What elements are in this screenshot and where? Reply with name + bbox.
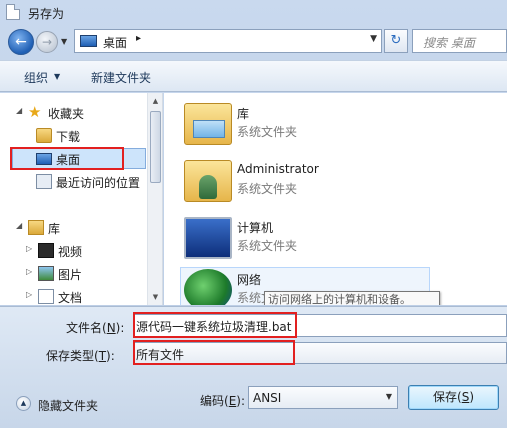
pictures-icon <box>38 266 54 281</box>
address-bar[interactable]: 桌面 ▸ ▼ <box>74 29 382 53</box>
file-list: 库 系统文件夹 Administrator 系统文件夹 计算机 系统文件夹 网络… <box>164 93 507 305</box>
scroll-down-icon[interactable]: ▼ <box>148 289 162 305</box>
breadcrumb-chevron-icon[interactable]: ▸ <box>136 33 141 44</box>
search-placeholder: 搜索 桌面 <box>423 36 475 50</box>
nav-item-label: 文档 <box>58 291 83 305</box>
file-item-library[interactable]: 库 系统文件夹 <box>182 99 442 151</box>
network-icon <box>184 269 232 305</box>
encoding-select[interactable]: ANSI ▼ <box>248 386 398 409</box>
expand-icon[interactable]: ▷ <box>26 290 32 299</box>
filename-value[interactable]: 源代码一键系统垃圾清理.bat <box>136 318 292 335</box>
filetype-select[interactable]: 所有文件 <box>133 342 507 364</box>
file-name: Administrator <box>237 162 319 176</box>
desktop-icon <box>80 35 97 47</box>
nav-item-label: 最近访问的位置 <box>56 176 141 190</box>
nav-item-label: 收藏夹 <box>48 107 85 121</box>
file-item-computer[interactable]: 计算机 系统文件夹 <box>182 213 442 265</box>
collapse-icon[interactable]: ◢ <box>16 221 22 230</box>
filename-input[interactable]: 源代码一键系统垃圾清理.bat <box>133 314 507 337</box>
star-icon: ★ <box>28 103 42 121</box>
collapse-icon[interactable]: ◢ <box>16 106 22 115</box>
filetype-label: 保存类型(T): <box>46 349 115 363</box>
notepad-icon <box>6 4 20 20</box>
encoding-value[interactable]: ANSI <box>253 391 281 405</box>
user-folder-icon <box>184 160 232 202</box>
scroll-thumb[interactable] <box>150 111 161 183</box>
address-row: ← → ▼ 桌面 ▸ ▼ ↻ 搜索 桌面 <box>0 26 507 58</box>
nav-item-label: 图片 <box>58 268 83 282</box>
file-type: 系统文件夹 <box>237 125 298 139</box>
expand-icon[interactable]: ▷ <box>26 244 32 253</box>
recent-places-icon <box>36 174 52 189</box>
documents-icon <box>38 289 54 304</box>
encoding-label: 编码(E): <box>200 394 246 408</box>
window-title: 另存为 <box>28 7 65 21</box>
library-icon <box>184 103 232 145</box>
file-name: 计算机 <box>237 221 274 235</box>
title-bar: 另存为 <box>0 0 507 24</box>
nav-item-label: 视频 <box>58 245 83 259</box>
new-folder-button[interactable]: 新建文件夹 <box>91 69 151 86</box>
refresh-button[interactable]: ↻ <box>384 29 408 53</box>
scroll-up-icon[interactable]: ▲ <box>148 93 162 109</box>
filetype-value[interactable]: 所有文件 <box>136 346 184 363</box>
expand-icon[interactable]: ▷ <box>26 267 32 276</box>
file-name: 库 <box>237 107 250 121</box>
nav-item-label: 下载 <box>56 130 81 144</box>
computer-icon <box>184 217 232 259</box>
filename-label: 文件名(N): <box>66 321 125 335</box>
network-tooltip: 访问网络上的计算机和设备。 <box>264 291 440 305</box>
file-type: 系统文件夹 <box>237 182 298 196</box>
back-button[interactable]: ← <box>8 29 34 55</box>
nav-item-label: 桌面 <box>56 153 81 167</box>
library-icon <box>28 220 44 235</box>
nav-scrollbar[interactable]: ▲ ▼ <box>147 93 162 305</box>
search-input[interactable]: 搜索 桌面 <box>412 29 507 53</box>
chevron-down-icon[interactable]: ▼ <box>386 392 392 401</box>
chevron-up-icon[interactable]: ▲ <box>16 396 31 411</box>
navigation-pane: ◢ ★ 收藏夹 下载 桌面 最近访问的位置 ◢ 库 ▷ 视频 ▷ 图片 ▷ 文档… <box>0 93 163 305</box>
hide-folders-label[interactable]: 隐藏文件夹 <box>38 397 98 414</box>
organize-caret-icon[interactable]: ▼ <box>54 72 60 81</box>
save-form: 文件名(N): 源代码一键系统垃圾清理.bat 保存类型(T): 所有文件 ▲ … <box>0 306 507 428</box>
address-dropdown-icon[interactable]: ▼ <box>370 34 377 44</box>
download-folder-icon <box>36 128 52 143</box>
video-icon <box>38 243 54 258</box>
recent-pages-dropdown[interactable]: ▼ <box>61 36 70 48</box>
command-toolbar: 组织 ▼ 新建文件夹 <box>0 60 507 92</box>
forward-button[interactable]: → <box>36 31 58 53</box>
save-as-dialog: 另存为 ← → ▼ 桌面 ▸ ▼ ↻ 搜索 桌面 组织 ▼ 新建文件夹 ◢ ★ … <box>0 0 507 428</box>
organize-button[interactable]: 组织 <box>24 69 48 86</box>
save-button[interactable]: 保存(S) <box>408 385 499 410</box>
nav-item-label: 库 <box>48 222 61 236</box>
file-item-administrator[interactable]: Administrator 系统文件夹 <box>182 156 442 208</box>
file-name: 网络 <box>237 273 262 287</box>
address-location[interactable]: 桌面 <box>103 34 127 51</box>
file-type: 系统文件夹 <box>237 239 298 253</box>
desktop-icon <box>36 153 52 165</box>
